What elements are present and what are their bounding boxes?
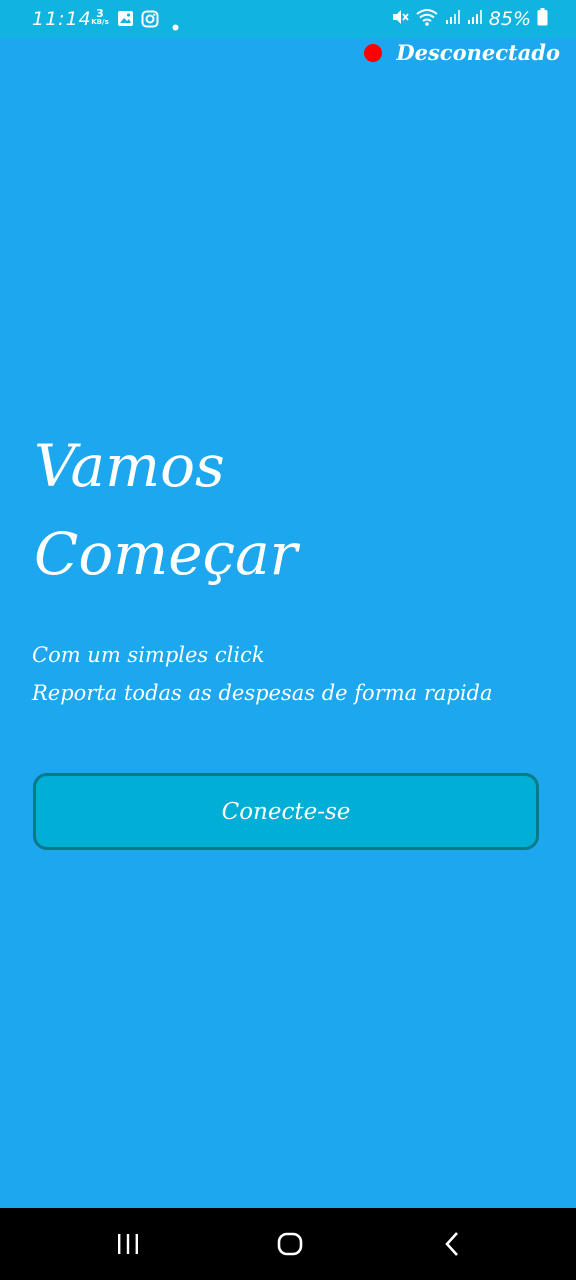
system-nav-bar bbox=[0, 1208, 576, 1280]
page-subtitle: Com um simples click Reporta todas as de… bbox=[32, 636, 552, 712]
title-line-1: Vamos bbox=[34, 432, 225, 500]
home-icon[interactable] bbox=[270, 1228, 310, 1260]
dot-icon bbox=[172, 16, 179, 35]
status-dot-icon bbox=[364, 43, 383, 62]
instagram-icon bbox=[141, 10, 159, 32]
back-icon[interactable] bbox=[432, 1228, 472, 1260]
battery-percent: 85% bbox=[488, 8, 531, 30]
recent-apps-icon[interactable] bbox=[108, 1228, 148, 1260]
connect-button[interactable]: Conecte-se bbox=[33, 773, 539, 850]
mute-icon bbox=[391, 8, 409, 30]
wifi-icon bbox=[415, 8, 439, 30]
status-bar: 11:14 3 KB/s 85% bbox=[0, 0, 576, 38]
subtitle-line-2: Reporta todas as despesas de forma rapid… bbox=[32, 681, 493, 705]
net-speed-unit: KB/s bbox=[91, 18, 109, 26]
gallery-icon bbox=[117, 10, 134, 31]
title-line-2: Começar bbox=[34, 520, 298, 588]
net-speed: 3 KB/s bbox=[89, 7, 111, 27]
battery-icon bbox=[537, 8, 548, 30]
signal-icon bbox=[467, 9, 483, 29]
signal-icon bbox=[445, 9, 461, 29]
subtitle-line-1: Com um simples click bbox=[32, 643, 265, 667]
page-title: Vamos Começar bbox=[34, 422, 534, 598]
net-speed-value: 3 bbox=[96, 7, 104, 20]
status-time: 11:14 bbox=[32, 8, 92, 30]
status-right: 85% bbox=[391, 8, 548, 30]
connection-status-text: Desconectado bbox=[396, 40, 560, 65]
connection-status: Desconectado bbox=[364, 40, 560, 65]
